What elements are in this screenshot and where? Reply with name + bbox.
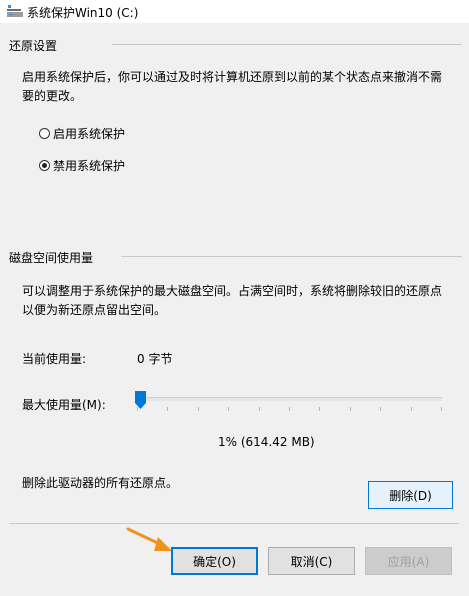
restore-description-line2: 要的更改。: [22, 89, 83, 103]
restore-settings-divider: [112, 44, 462, 45]
footer-divider: [9, 523, 459, 524]
enable-protection-radio-circle: [39, 128, 50, 139]
slider-tick: [259, 407, 260, 411]
restore-settings-header: 还原设置: [9, 39, 58, 53]
restore-description: 启用系统保护后，你可以通过及时将计算机还原到以前的某个状态点来撤消不需 要的更改…: [22, 68, 457, 106]
enable-protection-radio[interactable]: 启用系统保护: [39, 125, 125, 142]
slider-tick: [350, 407, 351, 411]
max-usage-label: 最大使用量(M):: [22, 398, 106, 412]
ok-button[interactable]: 确定(O): [171, 547, 258, 575]
disk-usage-divider: [121, 256, 462, 257]
max-usage-value: 1% (614.42 MB): [218, 435, 315, 449]
disable-protection-radio[interactable]: 禁用系统保护: [39, 157, 125, 174]
disk-usage-header: 磁盘空间使用量: [9, 251, 94, 265]
slider-tick: [167, 407, 168, 411]
slider-tick: [441, 407, 442, 411]
max-usage-slider-ticks: [137, 407, 442, 411]
delete-restore-points-text: 删除此驱动器的所有还原点。: [22, 476, 179, 490]
slider-tick: [198, 407, 199, 411]
disk-description-line1: 可以调整用于系统保护的最大磁盘空间。占满空间时，系统将删除较旧的还原点: [22, 284, 443, 298]
disk-description: 可以调整用于系统保护的最大磁盘空间。占满空间时，系统将删除较旧的还原点 以便为新…: [22, 282, 457, 320]
current-usage-value: 0 字节: [137, 352, 173, 366]
enable-protection-label: 启用系统保护: [53, 127, 126, 141]
title-bar: 系统保护Win10 (C:): [0, 0, 469, 23]
orange-arrow-icon: [126, 527, 172, 551]
max-usage-slider-thumb[interactable]: [135, 391, 147, 409]
window-title: 系统保护Win10 (C:): [27, 6, 139, 20]
apply-button[interactable]: 应用(A): [365, 547, 452, 575]
restore-description-line1: 启用系统保护后，你可以通过及时将计算机还原到以前的某个状态点来撤消不需: [22, 70, 443, 84]
disk-description-line2: 以便为新还原点留出空间。: [22, 303, 167, 317]
delete-button[interactable]: 删除(D): [368, 481, 453, 509]
current-usage-label: 当前使用量:: [22, 352, 87, 366]
cancel-button[interactable]: 取消(C): [268, 547, 355, 575]
slider-tick: [319, 407, 320, 411]
slider-tick: [380, 407, 381, 411]
disable-protection-label: 禁用系统保护: [53, 159, 126, 173]
slider-tick: [289, 407, 290, 411]
max-usage-slider-track[interactable]: [137, 397, 442, 401]
system-protection-icon: [7, 5, 23, 17]
disable-protection-radio-circle: [39, 160, 50, 171]
slider-tick: [228, 407, 229, 411]
slider-tick: [411, 407, 412, 411]
